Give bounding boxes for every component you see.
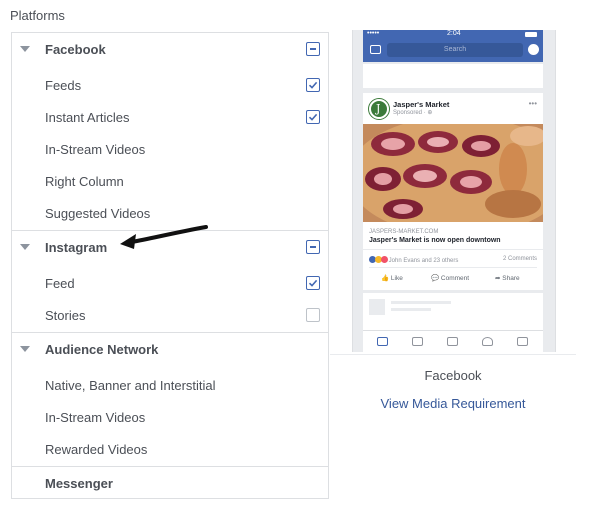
ad-preview-phone: ••••• 2:04 Search J Jasper's Market Spon… (352, 30, 556, 352)
placement-row-stories[interactable]: Stories (12, 300, 328, 332)
sponsored-post: J Jasper's Market Sponsored · ⊕ ••• JASP… (363, 93, 543, 290)
checkmark-icon (308, 279, 318, 287)
preview-placement-name: Facebook (424, 368, 482, 383)
messenger-icon (528, 44, 539, 55)
link-headline: Jasper's Market is now open downtown (369, 237, 501, 244)
facebook-app-header: ••••• 2:04 Search (363, 30, 543, 62)
comment-action: 💬 Comment (431, 275, 470, 282)
placement-row-instant-articles[interactable]: Instant Articles (12, 102, 328, 134)
stories-checkbox[interactable] (306, 308, 320, 322)
tart-photo (363, 124, 543, 222)
app-tab-bar (363, 330, 543, 352)
placement-row-rewarded-videos[interactable]: Rewarded Videos (12, 434, 328, 466)
placement-label: Feed (45, 276, 75, 291)
share-action: ➦ Share (495, 275, 520, 282)
placement-label: Native, Banner and Interstitial (45, 378, 216, 393)
platforms-panel: Facebook Feeds Instant Articles In-Strea… (11, 32, 329, 499)
group-label-instagram: Instagram (45, 240, 108, 255)
page-name: Jasper's Market (393, 100, 450, 109)
group-header-messenger[interactable]: Messenger (12, 467, 328, 501)
collapse-triangle-icon[interactable] (20, 346, 30, 352)
status-bar: ••••• 2:04 (363, 30, 543, 39)
view-media-requirement-link[interactable]: View Media Requirement (330, 396, 576, 411)
placement-label: In-Stream Videos (45, 410, 146, 425)
placement-row-right-column[interactable]: Right Column (12, 166, 328, 198)
menu-tab-icon (517, 337, 528, 346)
placement-row-native-banner-interstitial[interactable]: Native, Banner and Interstitial (12, 370, 328, 402)
next-post-skeleton (363, 293, 543, 333)
post-photo (363, 124, 543, 222)
placement-row-instagram-feed[interactable]: Feed (12, 268, 328, 300)
checkmark-icon (308, 81, 318, 89)
comments-count: 2 Comments (502, 256, 537, 262)
checkmark-icon (308, 113, 318, 121)
more-icon: ••• (528, 99, 537, 108)
feeds-checkbox[interactable] (306, 78, 320, 92)
battery-icon (525, 32, 537, 37)
instagram-feed-checkbox[interactable] (306, 276, 320, 290)
marketplace-tab-icon (447, 337, 458, 346)
notifications-tab-icon (482, 337, 493, 346)
love-reaction-icon (381, 256, 388, 263)
group-header-facebook[interactable]: Facebook (12, 33, 328, 67)
placement-label: Suggested Videos (45, 206, 151, 221)
placement-label: Rewarded Videos (45, 442, 148, 457)
group-label-facebook: Facebook (45, 42, 106, 57)
search-bar: Search (387, 43, 523, 57)
divider (363, 249, 543, 250)
like-action: 👍 Like (381, 275, 403, 282)
news-feed-tab-icon (377, 337, 388, 346)
placement-label: Right Column (45, 174, 124, 189)
group-label-messenger: Messenger (45, 476, 113, 491)
collapse-triangle-icon[interactable] (20, 244, 30, 250)
placement-row-in-stream-videos[interactable]: In-Stream Videos (12, 134, 328, 166)
video-tab-icon (412, 337, 423, 346)
annotation-arrow-icon (120, 225, 208, 249)
instagram-group-checkbox[interactable] (306, 240, 320, 254)
platforms-heading: Platforms (10, 8, 65, 23)
preview-divider (330, 354, 576, 355)
placement-label: In-Stream Videos (45, 142, 146, 157)
composer-card (363, 64, 543, 88)
placement-row-an-in-stream-videos[interactable]: In-Stream Videos (12, 402, 328, 434)
page-avatar: J (369, 99, 389, 119)
collapse-triangle-icon[interactable] (20, 46, 30, 52)
camera-icon (370, 45, 381, 54)
placement-label: Instant Articles (45, 110, 130, 125)
signal-dots: ••••• (367, 30, 380, 37)
instant-articles-checkbox[interactable] (306, 110, 320, 124)
placement-row-feeds[interactable]: Feeds (12, 70, 328, 102)
sponsored-label: Sponsored · ⊕ (393, 110, 433, 116)
link-domain: JASPERS-MARKET.COM (369, 229, 439, 235)
group-header-audience-network[interactable]: Audience Network (12, 333, 328, 367)
reactions-text: John Evans and 23 others (388, 258, 459, 264)
placement-label: Feeds (45, 78, 82, 93)
divider (369, 267, 537, 268)
group-label-audience-network: Audience Network (45, 342, 159, 357)
reactions-summary: John Evans and 23 others (369, 256, 458, 264)
facebook-group-checkbox[interactable] (306, 42, 320, 56)
placement-label: Stories (45, 308, 86, 323)
status-time: 2:04 (447, 30, 461, 37)
